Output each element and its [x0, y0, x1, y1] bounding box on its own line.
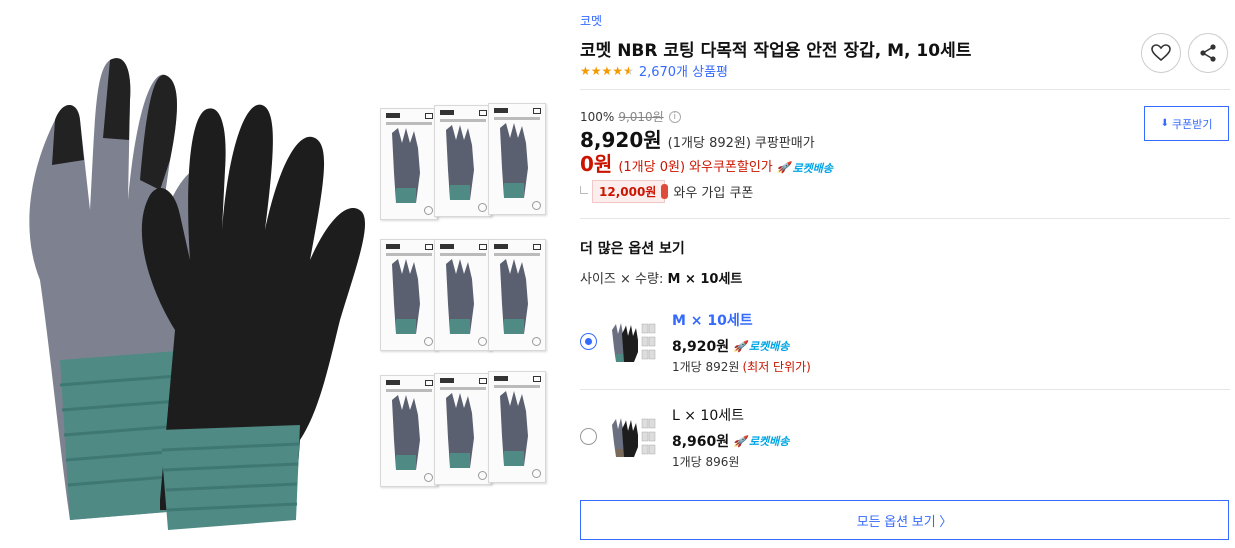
option-thumbnail [612, 323, 656, 362]
half-star-icon: ★ [623, 63, 634, 78]
rating-row[interactable]: ★ ★ ★ ★ ★ 2,670개 상품평 [580, 61, 728, 81]
option-name: M × 10세트 [672, 313, 753, 329]
rocket-delivery-badge: 🚀 로켓배송 [733, 338, 789, 354]
option-unit-price: 1개당 896원 [672, 453, 739, 470]
package-image [434, 373, 492, 485]
option-price: 8,960원 [672, 434, 730, 450]
star-icon: ★ [612, 63, 624, 78]
option-summary-label: 사이즈 × 수량: [580, 272, 668, 287]
coupon-price-row: 0원 (1개당 0원) 와우쿠폰할인가 🚀 로켓배송 [580, 148, 833, 177]
option-radio[interactable] [580, 428, 597, 445]
rocket-icon: 🚀 [733, 339, 747, 353]
product-main-image[interactable] [0, 30, 380, 540]
package-image [488, 239, 546, 351]
rocket-label: 로켓배송 [792, 161, 833, 175]
package-image [488, 371, 546, 483]
option-item-l[interactable]: L × 10세트 8,960원 🚀 로켓배송 1개당 896원 [580, 393, 1230, 483]
package-thumbnail-grid [378, 103, 553, 493]
package-image [380, 375, 438, 487]
option-price-row: 8,960원 🚀 로켓배송 [672, 431, 789, 451]
option-summary: 사이즈 × 수량: M × 10세트 [580, 268, 742, 287]
option-summary-value: M × 10세트 [667, 272, 743, 287]
options-section-title: 더 많은 옵션 보기 [580, 241, 685, 257]
rocket-label: 로켓배송 [748, 435, 790, 448]
star-icon: ★ [601, 63, 613, 78]
discount-rate: 100% [580, 109, 615, 124]
original-price: 9,010원 [618, 110, 664, 124]
option-radio-selected[interactable] [580, 333, 597, 350]
option-thumbnail [612, 418, 656, 457]
product-image-area [0, 0, 560, 548]
option-price-row: 8,920원 🚀 로켓배송 [672, 336, 789, 356]
coupon-unit-price: (1개당 0원) [618, 160, 686, 175]
lowest-unit-badge: (최저 단위가) [742, 360, 811, 374]
divider [580, 89, 1230, 90]
package-image [488, 103, 546, 215]
option-unit-text: 1개당 892원 [672, 360, 740, 374]
rocket-label: 로켓배송 [748, 340, 790, 353]
rocket-icon: 🚀 [776, 161, 791, 174]
discount-row: 100% 9,010원 i [580, 108, 681, 125]
package-image [380, 239, 438, 351]
rocket-icon: 🚀 [733, 434, 747, 448]
coupon-button-label: 쿠폰받기 [1171, 118, 1213, 131]
option-unit-price: 1개당 892원 (최저 단위가) [672, 358, 811, 375]
coupon-price: 0원 [580, 152, 613, 176]
share-icon [1200, 44, 1216, 62]
coupon-price-label: 와우쿠폰할인가 [689, 160, 773, 175]
option-price: 8,920원 [672, 339, 730, 355]
rocket-delivery-badge: 🚀 로켓배송 [733, 433, 789, 449]
package-image [434, 239, 492, 351]
option-unit-text: 1개당 896원 [672, 455, 740, 469]
heart-icon [1151, 44, 1171, 62]
info-icon[interactable]: i [668, 110, 681, 123]
option-item-m[interactable]: M × 10세트 8,920원 🚀 로켓배송 1개당 892원 (최저 단위가) [580, 298, 1230, 388]
rating-stars: ★ ★ ★ ★ ★ [580, 65, 634, 77]
wow-coupon-badge: 12,000원 [592, 180, 669, 203]
star-icon: ★ [590, 63, 602, 78]
view-all-options-button[interactable]: 모든 옵션 보기 〉 [580, 500, 1229, 540]
option-name: L × 10세트 [672, 408, 745, 424]
divider [580, 389, 1230, 390]
wow-coupon-row: 12,000원 와우 가입 쿠폰 [580, 180, 753, 203]
package-image [434, 105, 492, 217]
package-image [380, 108, 438, 220]
share-button[interactable] [1188, 33, 1228, 73]
wow-coupon-label: 와우 가입 쿠폰 [673, 186, 754, 201]
review-count-link[interactable]: 2,670개 상품평 [639, 61, 728, 80]
wishlist-button[interactable] [1141, 33, 1181, 73]
rocket-delivery-badge: 🚀 로켓배송 [777, 160, 833, 176]
divider [580, 218, 1230, 219]
product-title: 코멧 NBR 코팅 다목적 작업용 안전 장갑, M, 10세트 [580, 41, 972, 61]
coupon-download-button[interactable]: ⬇ 쿠폰받기 [1144, 106, 1229, 141]
brand-link[interactable]: 코멧 [580, 12, 602, 29]
download-icon: ⬇ [1160, 118, 1169, 129]
star-icon: ★ [580, 63, 591, 78]
product-info-panel: 코멧 코멧 NBR 코팅 다목적 작업용 안전 장갑, M, 10세트 ★ ★ … [580, 0, 1230, 548]
branch-line [580, 185, 588, 194]
